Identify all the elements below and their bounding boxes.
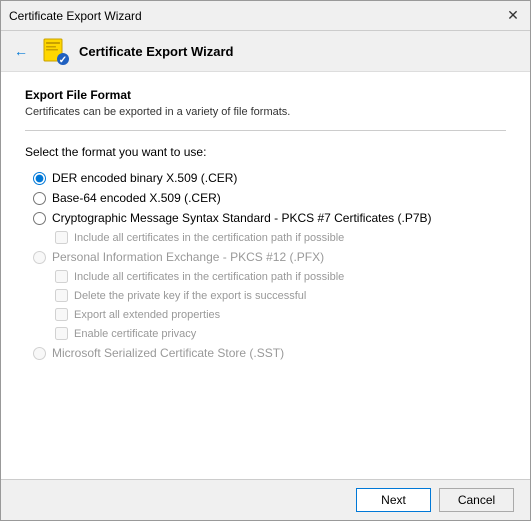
label-pkcs7-include: Include all certificates in the certific… bbox=[74, 232, 344, 244]
title-bar: Certificate Export Wizard ✕ bbox=[1, 1, 530, 31]
check-pfx-delete bbox=[55, 289, 68, 302]
radio-option-base64[interactable]: Base-64 encoded X.509 (.CER) bbox=[33, 189, 506, 207]
content-area: Export File Format Certificates can be e… bbox=[1, 72, 530, 479]
next-button[interactable]: Next bbox=[356, 488, 431, 512]
radio-pfx bbox=[33, 251, 46, 264]
label-base64[interactable]: Base-64 encoded X.509 (.CER) bbox=[52, 191, 221, 205]
label-sst: Microsoft Serialized Certificate Store (… bbox=[52, 346, 284, 360]
radio-option-der[interactable]: DER encoded binary X.509 (.CER) bbox=[33, 169, 506, 187]
radio-der[interactable] bbox=[33, 172, 46, 185]
window-title: Certificate Export Wizard bbox=[9, 9, 142, 23]
divider bbox=[25, 130, 506, 131]
section-title: Export File Format bbox=[25, 88, 506, 102]
radio-option-sst: Microsoft Serialized Certificate Store (… bbox=[33, 344, 506, 362]
radio-pkcs7[interactable] bbox=[33, 212, 46, 225]
title-bar-left: Certificate Export Wizard bbox=[9, 9, 142, 23]
back-button[interactable]: ← bbox=[9, 39, 33, 63]
section-description: Certificates can be exported in a variet… bbox=[25, 106, 506, 118]
wizard-title: Certificate Export Wizard bbox=[79, 44, 233, 59]
label-pfx: Personal Information Exchange - PKCS #12… bbox=[52, 250, 324, 264]
wizard-window: Certificate Export Wizard ✕ ← ✓ Certific… bbox=[0, 0, 531, 521]
radio-option-pkcs7[interactable]: Cryptographic Message Syntax Standard - … bbox=[33, 209, 506, 227]
format-options: DER encoded binary X.509 (.CER) Base-64 … bbox=[25, 169, 506, 362]
radio-sst bbox=[33, 347, 46, 360]
format-prompt: Select the format you want to use: bbox=[25, 145, 506, 159]
label-pkcs7[interactable]: Cryptographic Message Syntax Standard - … bbox=[52, 211, 432, 225]
label-der[interactable]: DER encoded binary X.509 (.CER) bbox=[52, 171, 237, 185]
label-pfx-include: Include all certificates in the certific… bbox=[74, 271, 344, 283]
checkbox-pfx-privacy: Enable certificate privacy bbox=[33, 325, 506, 342]
close-button[interactable]: ✕ bbox=[504, 7, 522, 25]
check-pfx-include bbox=[55, 270, 68, 283]
label-pfx-privacy: Enable certificate privacy bbox=[74, 328, 196, 340]
checkbox-pfx-delete: Delete the private key if the export is … bbox=[33, 287, 506, 304]
footer: Next Cancel bbox=[1, 479, 530, 520]
back-icon: ← bbox=[14, 43, 28, 59]
checkbox-pfx-include: Include all certificates in the certific… bbox=[33, 268, 506, 285]
svg-text:✓: ✓ bbox=[59, 55, 67, 65]
check-pfx-export bbox=[55, 308, 68, 321]
cancel-button[interactable]: Cancel bbox=[439, 488, 514, 512]
label-pfx-export: Export all extended properties bbox=[74, 309, 220, 321]
check-pfx-privacy bbox=[55, 327, 68, 340]
checkbox-pfx-export: Export all extended properties bbox=[33, 306, 506, 323]
check-pkcs7-include[interactable] bbox=[55, 231, 68, 244]
radio-base64[interactable] bbox=[33, 192, 46, 205]
nav-bar: ← ✓ Certificate Export Wizard bbox=[1, 31, 530, 72]
radio-option-pfx: Personal Information Exchange - PKCS #12… bbox=[33, 248, 506, 266]
label-pfx-delete: Delete the private key if the export is … bbox=[74, 290, 306, 302]
wizard-icon: ✓ bbox=[39, 35, 71, 67]
checkbox-pkcs7-include: Include all certificates in the certific… bbox=[33, 229, 506, 246]
